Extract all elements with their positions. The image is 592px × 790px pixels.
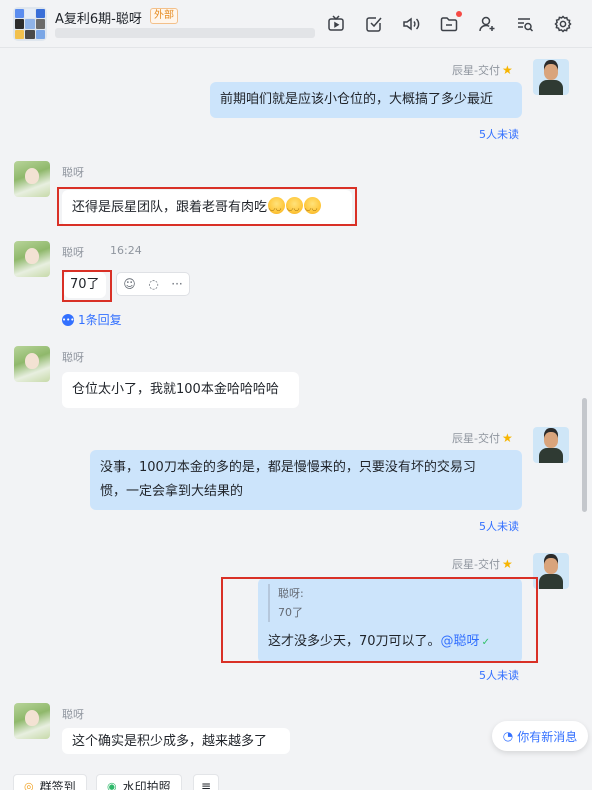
thread-icon: ••• [62,313,75,326]
sender-name: 辰星-交付 ★ [452,63,513,77]
avatar[interactable] [14,346,50,382]
add-reaction-icon[interactable]: ☺ [123,277,136,291]
sender-name: 聪呀 [62,708,84,721]
sender-name: 辰星-交付 ★ [452,557,513,571]
checkbox-icon[interactable] [364,14,384,34]
highlight-box [221,577,538,663]
read-status[interactable]: 5人未读 [479,126,519,142]
checkin-icon: ◎ [24,779,34,790]
message-bubble[interactable]: 这个确实是积少成多，越来越多了 [62,728,290,754]
more-icon[interactable]: ··· [171,277,182,291]
watermark-photo-button[interactable]: ◉ 水印拍照 [96,774,182,790]
message-time: 16:24 [110,244,142,257]
external-tag: 外部 [150,8,178,24]
new-message-button[interactable]: ◔ 你有新消息 [492,721,588,751]
speaker-icon[interactable] [401,14,421,34]
avatar[interactable] [533,59,569,95]
sender-name: 辰星-交付 ★ [452,431,513,445]
avatar[interactable] [14,161,50,197]
chat-title: A复利6期-聪呀 [55,12,142,27]
chat-header: A复利6期-聪呀 外部 [0,0,592,48]
add-member-icon[interactable] [477,14,497,34]
settings-icon[interactable] [553,14,573,34]
sender-name: 聪呀 [62,351,84,364]
avatar[interactable] [533,553,569,589]
sender-name: 聪呀 [62,246,84,259]
search-list-icon[interactable] [515,14,535,34]
highlight-box [62,270,112,302]
reply-icon[interactable]: ◌ [148,277,158,291]
read-status[interactable]: 5人未读 [479,518,519,534]
avatar[interactable] [533,427,569,463]
bottom-toolbar: ◎ 群签到 ◉ 水印拍照 ≡ [0,768,592,790]
group-avatar[interactable] [13,7,47,41]
highlight-box [57,187,357,226]
folder-icon[interactable] [439,14,459,34]
reply-count-link[interactable]: ••• 1条回复 [62,311,122,328]
avatar[interactable] [14,703,50,739]
message-text: 没事，100刀本金的多的是，都是慢慢来的，只要没有坏的交易习 [100,460,476,475]
message-actions: ☺ ◌ ··· [116,272,190,296]
star-icon: ★ [501,63,513,77]
tv-icon[interactable] [326,14,346,34]
message-bubble[interactable]: 仓位太小了，我就100本金哈哈哈哈 [62,372,299,408]
group-checkin-button[interactable]: ◎ 群签到 [13,774,87,790]
star-icon: ★ [501,431,513,445]
sender-name: 聪呀 [62,166,84,179]
camera-icon: ◉ [107,779,117,790]
message-bubble[interactable]: 没事，100刀本金的多的是，都是慢慢来的，只要没有坏的交易习 惯，一定会拿到大结… [90,450,522,510]
read-status[interactable]: 5人未读 [479,667,519,683]
more-menu-button[interactable]: ≡ [193,774,220,790]
message-text: 惯，一定会拿到大结果的 [100,484,244,499]
avatar[interactable] [14,241,50,277]
message-bubble[interactable]: 前期咱们就是应该小仓位的，大概搞了多少最近 [210,82,522,118]
chat-subtitle-blurred [55,28,315,38]
scrollbar-thumb[interactable] [582,398,587,512]
message-icon: ◔ [502,729,514,743]
notification-dot [456,11,462,17]
star-icon: ★ [501,557,513,571]
